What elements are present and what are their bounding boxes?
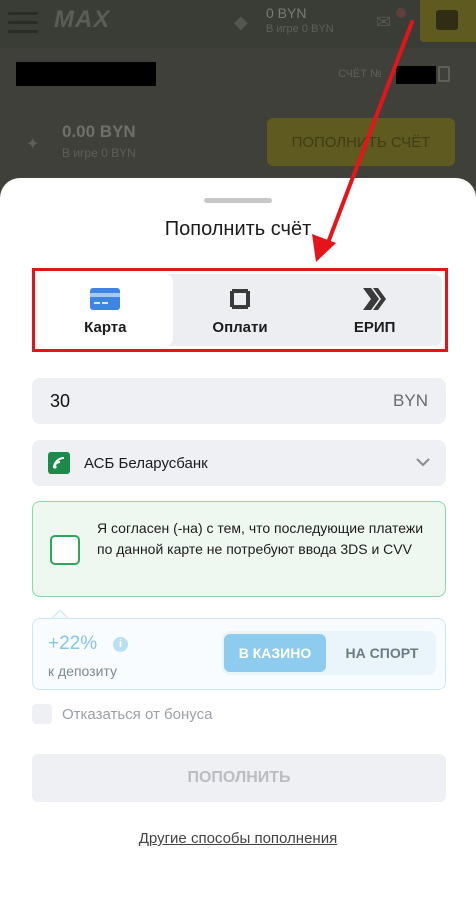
wallet-button bbox=[420, 0, 476, 42]
credit-card-icon bbox=[90, 285, 121, 313]
double-chevron-right-icon bbox=[361, 285, 389, 313]
amount-currency: BYN bbox=[393, 391, 428, 410]
decline-bonus-row[interactable]: Отказаться от бонуса bbox=[32, 704, 212, 724]
other-methods-link[interactable]: Другие способы пополнения bbox=[0, 830, 476, 847]
copy-icon bbox=[438, 66, 450, 82]
belarusbank-logo-icon bbox=[48, 452, 70, 474]
mail-icon: ✉ bbox=[376, 12, 392, 32]
account-label: СЧЁТ № bbox=[338, 68, 382, 80]
chevron-down-icon bbox=[416, 454, 430, 472]
sheet-drag-handle[interactable] bbox=[204, 198, 272, 203]
bonus-balance: 0.00 BYN bbox=[62, 122, 136, 141]
background-app: MAX ◆ 0 BYN В игре 0 BYN ✉ СЧЁТ № ✦ 0.00… bbox=[0, 0, 476, 200]
decline-bonus-label: Отказаться от бонуса bbox=[62, 705, 213, 723]
bank-select[interactable]: АСБ Беларусбанк bbox=[32, 440, 446, 486]
decline-bonus-checkbox[interactable] bbox=[32, 704, 52, 724]
wallet-icon bbox=[436, 10, 458, 30]
deposit-sheet: Пополнить счёт Карта Оплати ЕРИП 30 BYN bbox=[0, 178, 476, 898]
consent-checkbox[interactable] bbox=[50, 535, 80, 565]
notification-badge bbox=[396, 8, 406, 18]
header-balance-sub: В игре 0 BYN bbox=[266, 23, 334, 35]
bonus-subtitle: к депозиту bbox=[48, 663, 117, 679]
payment-method-tabs: Карта Оплати ЕРИП bbox=[38, 274, 442, 346]
bonus-casino-button[interactable]: В КАЗИНО bbox=[224, 634, 326, 672]
amount-input[interactable]: 30 BYN bbox=[32, 378, 446, 424]
amount-value: 30 bbox=[50, 390, 71, 411]
consent-text: Я согласен (-на) с тем, что последующие … bbox=[97, 520, 424, 557]
consent-box: Я согласен (-на) с тем, что последующие … bbox=[32, 501, 446, 597]
topup-account-button: ПОПОЛНИТЬ СЧЁТ bbox=[267, 118, 455, 166]
tab-card[interactable]: Карта bbox=[38, 274, 173, 346]
header-balance: 0 BYN bbox=[266, 5, 307, 21]
submit-deposit-button[interactable]: ПОПОЛНИТЬ bbox=[32, 754, 446, 802]
menu-icon bbox=[8, 12, 38, 34]
bank-name: АСБ Беларусбанк bbox=[84, 454, 208, 472]
bonus-balance-sub: В игре 0 BYN bbox=[62, 146, 136, 160]
bonus-panel: +22% i к депозиту В КАЗИНО НА СПОРТ bbox=[32, 618, 446, 690]
app-logo: MAX bbox=[54, 6, 111, 33]
info-icon[interactable]: i bbox=[113, 637, 128, 652]
redacted-name bbox=[16, 62, 156, 86]
bonus-percent: +22% bbox=[48, 633, 98, 654]
tab-erip[interactable]: ЕРИП bbox=[307, 274, 442, 346]
tab-erip-label: ЕРИП bbox=[353, 318, 396, 336]
star-icon: ✦ bbox=[26, 136, 40, 153]
app-header: MAX ◆ 0 BYN В игре 0 BYN ✉ bbox=[0, 0, 476, 48]
tab-oplati-label: Оплати bbox=[212, 318, 268, 336]
sheet-title: Пополнить счёт bbox=[164, 218, 312, 240]
bonus-target-toggle: В КАЗИНО НА СПОРТ bbox=[222, 631, 436, 675]
tab-card-label: Карта bbox=[84, 318, 127, 336]
tab-oplati[interactable]: Оплати bbox=[173, 274, 308, 346]
square-frame-icon bbox=[227, 285, 253, 313]
gem-icon: ◆ bbox=[234, 12, 248, 32]
redacted-account-number bbox=[396, 66, 436, 84]
bonus-sport-button[interactable]: НА СПОРТ bbox=[330, 634, 434, 672]
